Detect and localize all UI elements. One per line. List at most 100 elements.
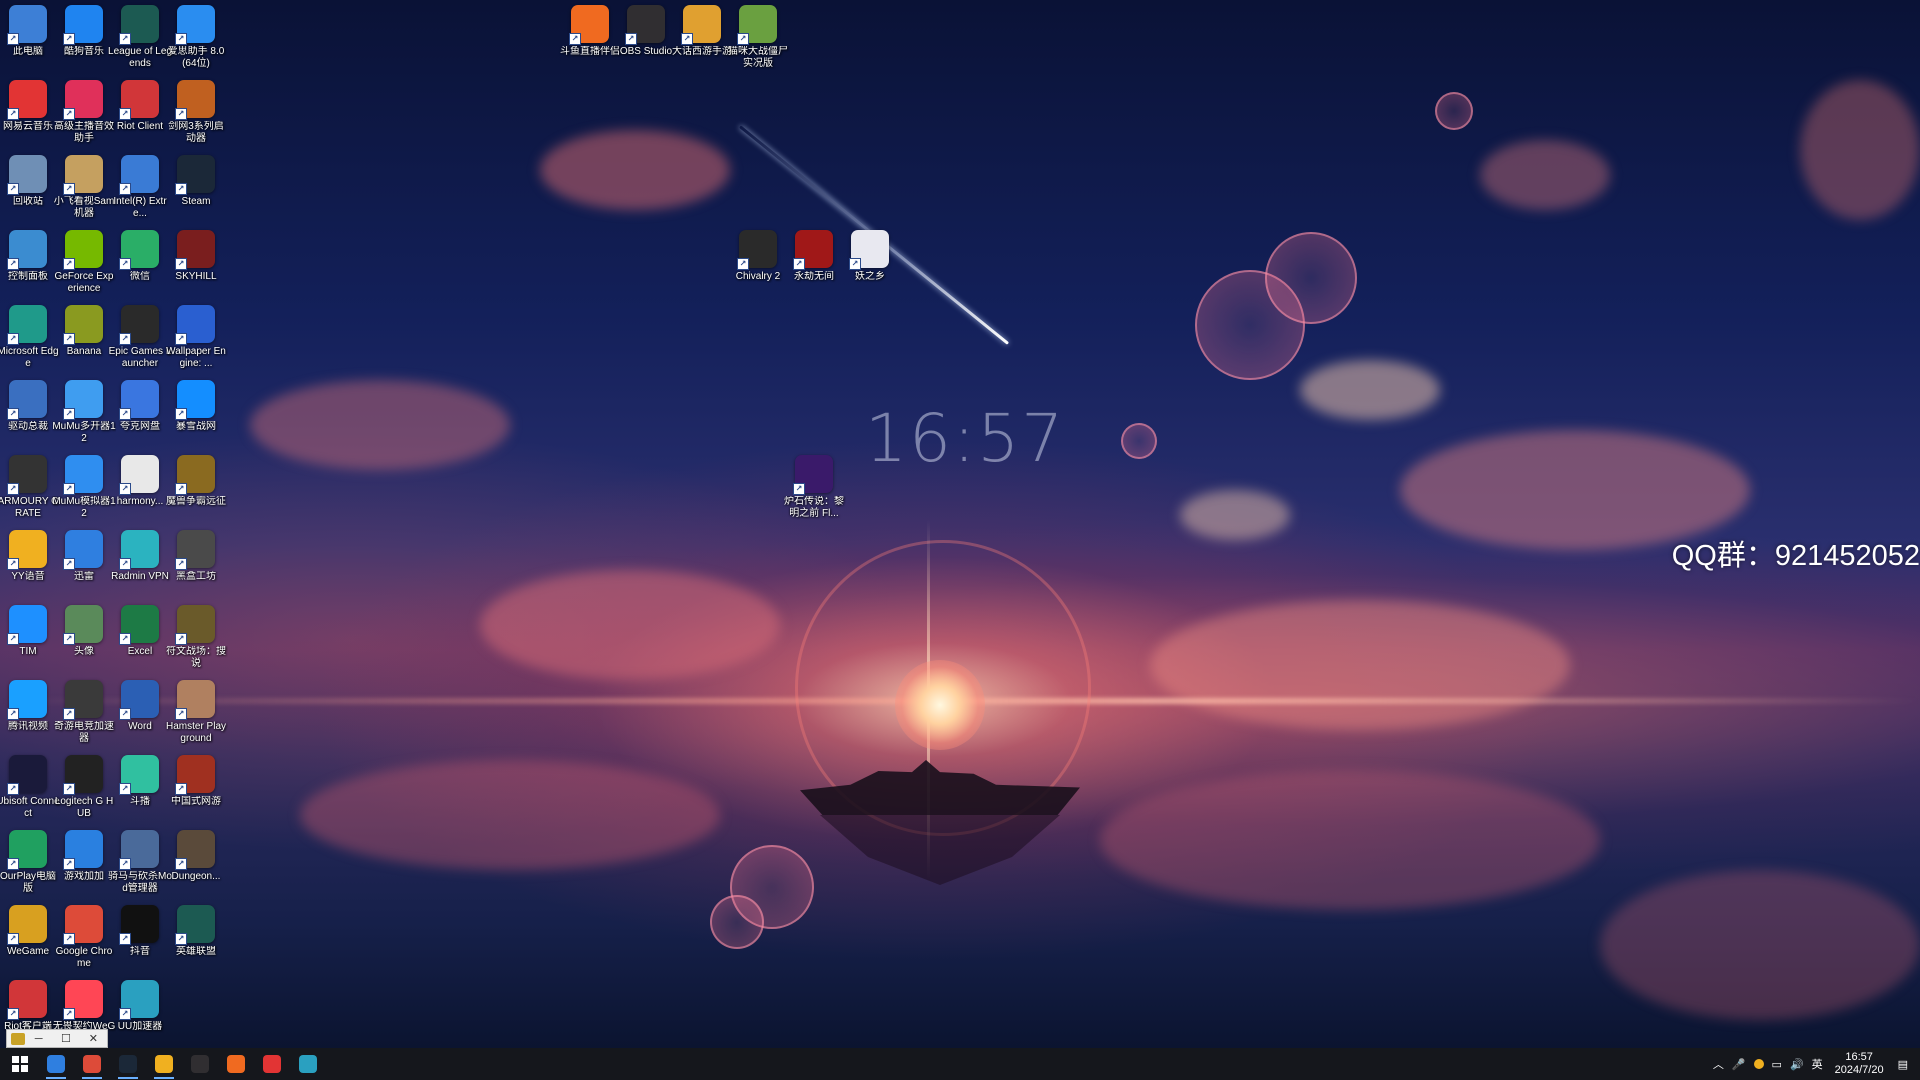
desktop-shortcut[interactable]: ↗ League of Legends [108, 5, 172, 77]
desktop-shortcut[interactable]: ↗ Riot Client [110, 80, 170, 152]
shortcut-arrow-icon: ↗ [175, 483, 187, 495]
desktop-shortcut[interactable]: ↗ 回收站 [0, 155, 58, 227]
desktop-shortcut[interactable]: ↗ Banana [54, 305, 114, 377]
microphone-icon[interactable]: 🎤 [1732, 1058, 1746, 1071]
desktop-shortcut[interactable]: ↗ 爱思助手 8.0(64位) [166, 5, 226, 77]
desktop-shortcut[interactable]: ↗ WeGame [0, 905, 58, 977]
maximize-button[interactable]: ☐ [52, 1032, 79, 1045]
obs-task-button[interactable] [182, 1048, 218, 1080]
desktop-shortcut[interactable]: ↗ 高级主播音效助手 [54, 80, 114, 152]
close-button[interactable]: ✕ [80, 1032, 107, 1045]
desktop-shortcut[interactable]: ↗ 控制面板 [0, 230, 58, 302]
desktop-shortcut[interactable]: ↗ 斗鱼直播伴侣 [560, 5, 620, 77]
desktop-shortcut[interactable]: ↗ 魔兽争霸远征 [166, 455, 226, 527]
desktop-shortcut[interactable]: ↗ Dungeon... [166, 830, 226, 902]
taskbar-clock[interactable]: 16:57 2024/7/20 [1835, 1051, 1884, 1077]
desktop-shortcut[interactable]: ↗ 英雄联盟 [166, 905, 226, 977]
wallpaper-engine-icon: ↗ [175, 305, 215, 345]
shortcut-label: 爱思助手 8.0(64位) [167, 46, 225, 69]
shortcut-arrow-icon: ↗ [625, 33, 637, 45]
desktop-shortcut[interactable]: ↗ OurPlay电脑版 [0, 830, 58, 902]
cloud [480, 570, 780, 680]
yy-task-button[interactable] [146, 1048, 182, 1080]
edge-icon: ↗ [7, 305, 47, 345]
desktop-shortcut[interactable]: ↗ 此电脑 [0, 5, 58, 77]
desktop-shortcut[interactable]: ↗ 驱动总裁 [0, 380, 58, 452]
steam-task-button[interactable] [110, 1048, 146, 1080]
desktop-shortcut[interactable]: ↗ 头像 [54, 605, 114, 677]
desktop-shortcut[interactable]: ↗ 猫咪大战僵尸实况版 [728, 5, 788, 77]
cloud [300, 760, 720, 870]
desktop-shortcut[interactable]: ↗ 网易云音乐 [0, 80, 58, 152]
desktop-shortcut[interactable]: ↗ 迅雷 [54, 530, 114, 602]
desktop-shortcut[interactable]: ↗ Wallpaper Engine: ... [166, 305, 226, 377]
shortcut-arrow-icon: ↗ [7, 933, 19, 945]
desktop-shortcut[interactable]: ↗ Chivalry 2 [728, 230, 788, 302]
desktop-shortcut[interactable]: ↗ 永劫无间 [784, 230, 844, 302]
desktop-shortcut[interactable]: ↗ SKYHILL [166, 230, 226, 302]
desktop-shortcut[interactable]: ↗ 抖音 [110, 905, 170, 977]
desktop-shortcut[interactable]: ↗ harmony... [110, 455, 170, 527]
desktop-shortcut[interactable]: ↗ 暴雪战网 [166, 380, 226, 452]
thunder-task-button[interactable] [38, 1048, 74, 1080]
taskbar-preview-popup: ─ ☐ ✕ [6, 1029, 108, 1048]
desktop-shortcut[interactable]: ↗ Microsoft Edge [0, 305, 59, 377]
desktop-shortcut[interactable]: ↗ MuMu模拟器12 [52, 455, 116, 527]
shortcut-label: MuMu模拟器12 [52, 496, 116, 519]
desktop-shortcut[interactable]: ↗ Excel [110, 605, 170, 677]
desktop-shortcut[interactable]: ↗ 中国式网游 [166, 755, 226, 827]
desktop-shortcut[interactable]: ↗ Intel(R) Extre... [110, 155, 170, 227]
bokeh-circle [710, 895, 764, 949]
desktop-shortcut[interactable]: ↗ Google Chrome [54, 905, 114, 977]
desktop-shortcut[interactable]: ↗ Ubisoft Connect [0, 755, 60, 827]
notification-icon[interactable]: ▤ [1898, 1058, 1908, 1071]
desktop-shortcut[interactable]: ↗ 黑盒工坊 [166, 530, 226, 602]
desktop-shortcut[interactable]: ↗ Radmin VPN [110, 530, 170, 602]
desktop-shortcut[interactable]: ↗ 炉石传说：黎明之前 Fl... [784, 455, 844, 527]
shortcut-arrow-icon: ↗ [7, 858, 19, 870]
desktop-shortcut[interactable]: ↗ 酷狗音乐 [54, 5, 114, 77]
desktop-shortcut[interactable]: ↗ GeForce Experience [54, 230, 114, 302]
desktop-shortcut[interactable]: ↗ 剑网3系列启动器 [166, 80, 226, 152]
minimize-button[interactable]: ─ [25, 1033, 52, 1045]
ime-indicator[interactable]: 英 [1812, 1056, 1823, 1072]
desktop-shortcut[interactable]: ↗ 骑马与砍杀Mod管理器 [108, 830, 172, 902]
chrome-task-button[interactable] [74, 1048, 110, 1080]
start-button[interactable] [2, 1048, 38, 1080]
desktop-shortcut[interactable]: ↗ TIM [0, 605, 58, 677]
desktop-shortcut[interactable]: ↗ 游戏加加 [54, 830, 114, 902]
desktop-shortcut[interactable]: ↗ 奇游电竞加速器 [54, 680, 114, 752]
desktop-shortcut[interactable]: ↗ ARMOURY CRATE [0, 455, 58, 527]
yy-tray-icon[interactable] [1753, 1059, 1764, 1069]
desktop-shortcut[interactable]: ↗ 妖之乡 [840, 230, 900, 302]
desktop-shortcut[interactable]: ↗ 腾讯视频 [0, 680, 58, 752]
douyu-task-button[interactable] [218, 1048, 254, 1080]
desktop-shortcut[interactable]: ↗ OBS Studio [616, 5, 676, 77]
network-icon[interactable]: ▭ [1772, 1058, 1782, 1071]
desktop-shortcut[interactable]: ↗ 大话西游手游 [672, 5, 732, 77]
shortcut-arrow-icon: ↗ [793, 483, 805, 495]
desktop-shortcut[interactable]: ↗ Word [110, 680, 170, 752]
desktop-shortcut[interactable]: ↗ 微信 [110, 230, 170, 302]
desktop-shortcut[interactable]: ↗ 小飞看视Sam机器 [54, 155, 114, 227]
uu-task-button[interactable] [290, 1048, 326, 1080]
skyhill-icon: ↗ [175, 230, 215, 270]
desktop-shortcut[interactable]: ↗ Logitech G HUB [54, 755, 114, 827]
word-icon: ↗ [119, 680, 159, 720]
desktop-shortcut[interactable]: ↗ MuMu多开器12 [52, 380, 116, 452]
chevron-up-icon[interactable]: ︿ [1713, 1056, 1724, 1072]
desktop-shortcut[interactable]: ↗ Epic Games Launcher [108, 305, 172, 377]
desktop-shortcut[interactable]: ↗ UU加速器 [110, 980, 170, 1048]
dungeon-icon: ↗ [175, 830, 215, 870]
netease-task-button[interactable] [254, 1048, 290, 1080]
volume-icon[interactable]: 🔊 [1790, 1058, 1804, 1071]
desktop-shortcut[interactable]: ↗ 夸克网盘 [110, 380, 170, 452]
game-plus-icon: ↗ [63, 830, 103, 870]
shortcut-label: Banana [66, 346, 102, 357]
desktop-shortcut[interactable]: ↗ Steam [166, 155, 226, 227]
desktop-shortcut[interactable]: ↗ YY语音 [0, 530, 58, 602]
shortcut-label: Epic Games Launcher [108, 346, 172, 369]
desktop-shortcut[interactable]: ↗ Hamster Playground [166, 680, 226, 752]
desktop-shortcut[interactable]: ↗ 符文战场：搜说 [166, 605, 226, 677]
desktop-shortcut[interactable]: ↗ 斗播 [110, 755, 170, 827]
